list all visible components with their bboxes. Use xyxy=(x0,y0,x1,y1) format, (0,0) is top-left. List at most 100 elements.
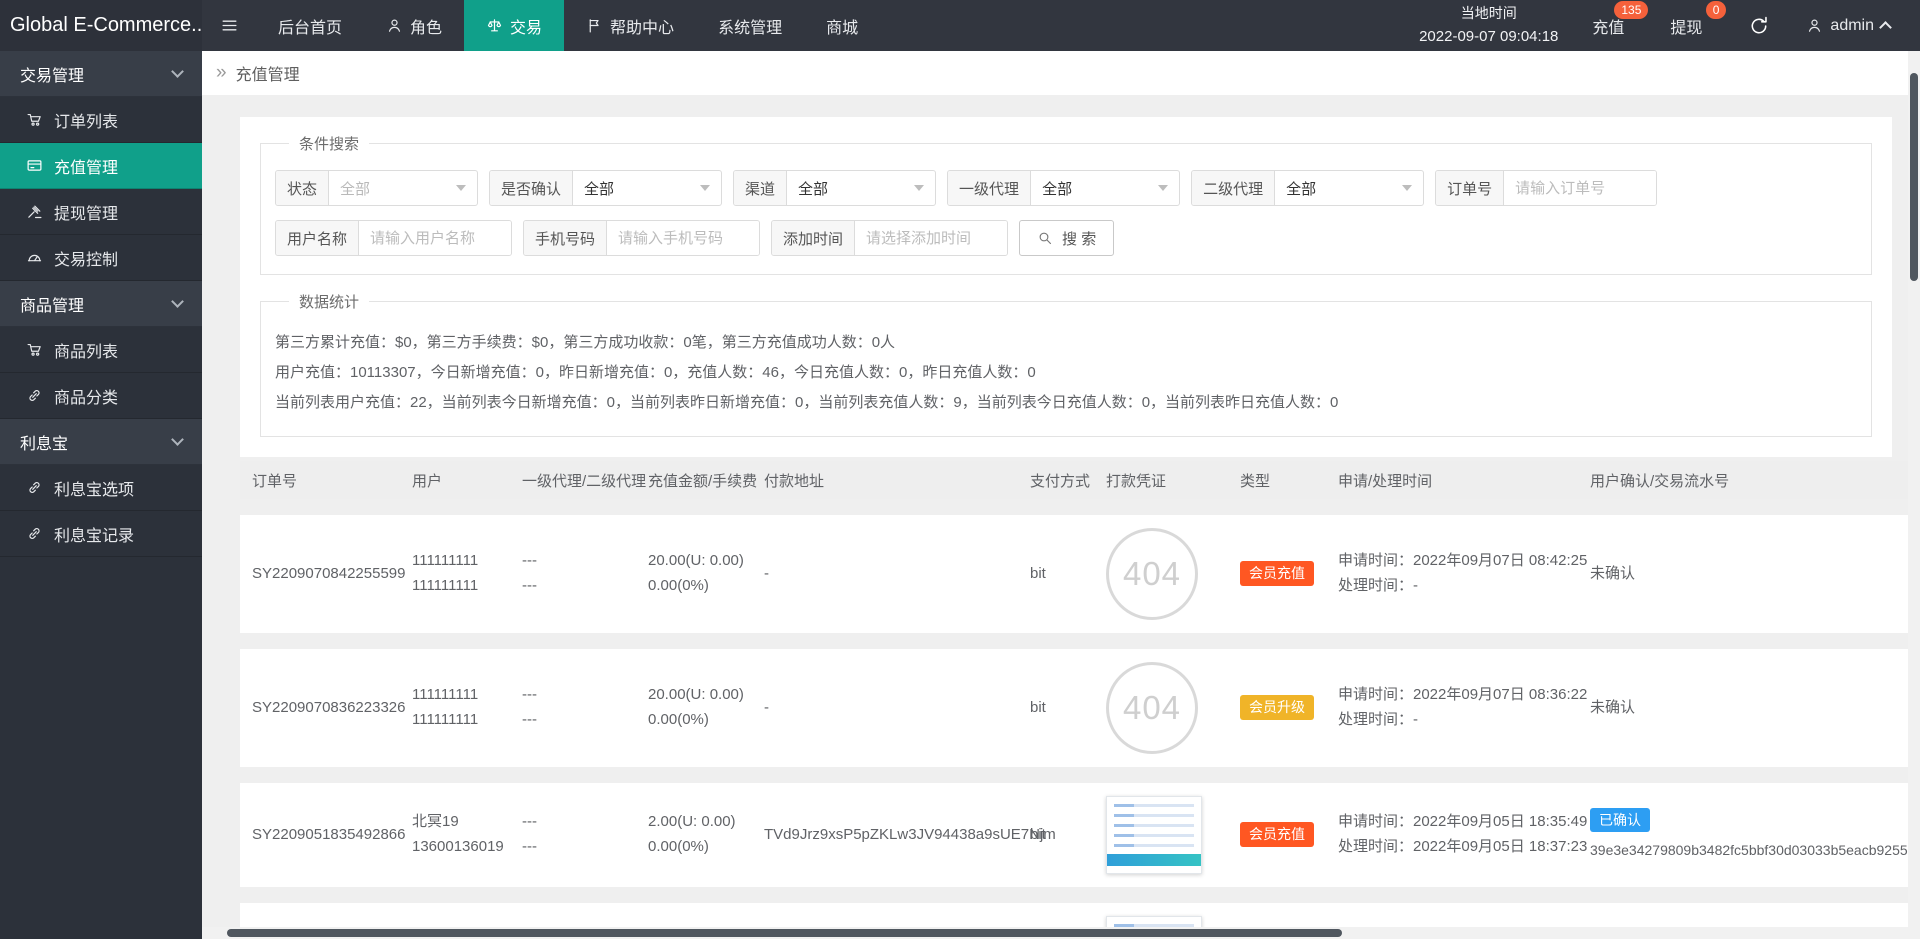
filter-confirmed: 是否确认全部 xyxy=(489,170,722,206)
cell-payment-address: TVd9Jrz9xsP5pZKLw3JV94438a9sUE7Njm xyxy=(752,823,1018,848)
time-line: 申请时间：2022年09月07日 08:42:25 xyxy=(1338,549,1578,574)
filter-label: 添加时间 xyxy=(772,221,855,255)
cell-pay-method: bit xyxy=(1018,562,1094,587)
scrollbar-corner xyxy=(1908,927,1920,939)
nav-item-label: 角色 xyxy=(410,14,442,38)
vertical-scrollbar-thumb[interactable] xyxy=(1910,73,1918,281)
horizontal-scrollbar[interactable] xyxy=(202,927,1908,939)
cell-amount: 2.00(U: 0.00)0.00(0%) xyxy=(636,810,752,860)
type-badge: 会员升级 xyxy=(1240,695,1314,720)
column-header: 付款地址 xyxy=(752,470,1018,491)
sidebar-item-lixibao-group[interactable]: 利息宝 xyxy=(0,419,202,465)
cell-times: 申请时间：2022年09月07日 08:42:25处理时间：- xyxy=(1326,549,1578,599)
confirm-status-text: 未确认 xyxy=(1590,699,1635,716)
amount-line: 0.00(0%) xyxy=(648,835,752,860)
sidebar-item-goods-list[interactable]: 商品列表 xyxy=(0,327,202,373)
add-time-input[interactable] xyxy=(855,221,1007,255)
sidebar-item-label: 商品列表 xyxy=(54,338,118,362)
cell-voucher xyxy=(1094,796,1228,874)
column-header: 打款凭证 xyxy=(1094,470,1228,491)
filter-selected-value: 全部 xyxy=(798,178,828,199)
amount-line: 2.00(U: 0.00) xyxy=(648,810,752,835)
nav-item-mall[interactable]: 商城 xyxy=(804,0,880,51)
sidebar-item-recharge-mgmt[interactable]: 充值管理 xyxy=(0,143,202,189)
sidebar-item-goods-group[interactable]: 商品管理 xyxy=(0,281,202,327)
refresh-icon[interactable] xyxy=(1748,15,1770,37)
horizontal-scrollbar-thumb[interactable] xyxy=(227,929,1342,937)
nav-item-help[interactable]: 帮助中心 xyxy=(564,0,696,51)
voucher-screenshot-thumbnail[interactable] xyxy=(1106,796,1202,874)
sidebar-item-lixibao-options[interactable]: 利息宝选项 xyxy=(0,465,202,511)
sidebar-item-withdraw-mgmt[interactable]: 提现管理 xyxy=(0,189,202,235)
sidebar-item-trade-group[interactable]: 交易管理 xyxy=(0,51,202,97)
time-line: 处理时间：2022年09月05日 18:37:23 xyxy=(1338,835,1578,860)
amount-line: 20.00(U: 0.00) xyxy=(648,683,752,708)
cart-icon xyxy=(26,111,43,128)
nav-item-system[interactable]: 系统管理 xyxy=(696,0,804,51)
filter-confirmed-select[interactable]: 全部 xyxy=(573,171,721,205)
sidebar-group-label: 交易管理 xyxy=(20,62,84,86)
sidebar-item-order-list[interactable]: 订单列表 xyxy=(0,97,202,143)
sidebar-item-label: 订单列表 xyxy=(54,108,118,132)
agent-line: --- xyxy=(522,708,636,733)
sidebar-toggle-button[interactable] xyxy=(202,0,256,51)
cell-voucher: 404 xyxy=(1094,662,1228,754)
table-row: SY2209051713309053北冥1813600136018------2… xyxy=(240,903,1908,927)
nav-item-home[interactable]: 后台首页 xyxy=(256,0,364,51)
time-line: 处理时间：- xyxy=(1338,708,1578,733)
username-input[interactable] xyxy=(359,221,511,255)
time-line: 处理时间：- xyxy=(1338,574,1578,599)
voucher-404-placeholder: 404 xyxy=(1106,528,1198,620)
sidebar-item-lixibao-records[interactable]: 利息宝记录 xyxy=(0,511,202,557)
cell-type: 会员升级 xyxy=(1228,695,1326,721)
local-time: 当地时间 2022-09-07 09:04:18 xyxy=(1419,3,1558,48)
filter-label: 渠道 xyxy=(734,171,787,205)
orders-table: 订单号用户一级代理/二级代理充值金额/手续费付款地址支付方式打款凭证类型申请/处… xyxy=(240,461,1908,927)
local-time-value: 2022-09-07 09:04:18 xyxy=(1419,25,1558,48)
filter-status-select[interactable]: 全部 xyxy=(329,171,477,205)
sidebar-item-label: 商品分类 xyxy=(54,384,118,408)
filter-add-time: 添加时间 xyxy=(771,220,1008,256)
filter-agent1-select[interactable]: 全部 xyxy=(1031,171,1179,205)
link-icon xyxy=(26,479,43,496)
nav-item-trade[interactable]: 交易 xyxy=(464,0,564,51)
sidebar-item-trade-control[interactable]: 交易控制 xyxy=(0,235,202,281)
sidebar-item-goods-category[interactable]: 商品分类 xyxy=(0,373,202,419)
stats-line: 第三方累计充值：$0，第三方手续费：$0，第三方成功收款：0笔，第三方充值成功人… xyxy=(275,328,1857,358)
column-header: 用户 xyxy=(400,470,510,491)
filter-agent2-select[interactable]: 全部 xyxy=(1275,171,1423,205)
cell-agents: ------ xyxy=(510,549,636,599)
recharge-shortcut-label: 充值 xyxy=(1592,20,1624,37)
cell-user: 北冥1913600136019 xyxy=(400,810,510,860)
cell-order-no: SY2209051835492866 xyxy=(240,823,400,848)
hamburger-icon xyxy=(220,16,239,35)
cell-pay-method: bit xyxy=(1018,696,1094,721)
user-line: 111111111 xyxy=(412,549,510,574)
cell-payment-address: - xyxy=(752,562,1018,587)
stats-line: 用户充值：10113307，今日新增充值：0，昨日新增充值：0，充值人数：46，… xyxy=(275,358,1857,388)
chevron-up-icon xyxy=(1879,21,1892,34)
withdraw-shortcut[interactable]: 提现 0 xyxy=(1670,14,1702,38)
cell-voucher: 404 xyxy=(1094,528,1228,620)
chevron-down-icon xyxy=(1402,185,1412,191)
sidebar-item-label: 交易控制 xyxy=(54,246,118,270)
user-line: 13600136019 xyxy=(412,835,510,860)
vertical-scrollbar[interactable] xyxy=(1908,51,1920,927)
phone-input[interactable] xyxy=(607,221,759,255)
cell-amount: 20.00(U: 0.00)0.00(0%) xyxy=(636,549,752,599)
recharge-shortcut[interactable]: 充值 135 xyxy=(1592,14,1624,38)
nav-item-roles[interactable]: 角色 xyxy=(364,0,464,51)
stats-line: 当前列表用户充值：22，当前列表今日新增充值：0，当前列表昨日新增充值：0，当前… xyxy=(275,388,1857,418)
link-icon xyxy=(26,525,43,542)
cell-type: 会员充值 xyxy=(1228,561,1326,587)
cell-user: 111111111111111111 xyxy=(400,549,510,599)
amount-line: 20.00(U: 0.00) xyxy=(648,549,752,574)
user-menu[interactable]: admin xyxy=(1806,17,1890,35)
search-button[interactable]: 搜 索 xyxy=(1019,220,1114,256)
filter-channel-select[interactable]: 全部 xyxy=(787,171,935,205)
voucher-screenshot-thumbnail[interactable] xyxy=(1106,916,1202,927)
order-no-input[interactable] xyxy=(1504,171,1656,205)
table-row: SY2209070842255599111111111111111111----… xyxy=(240,515,1908,633)
top-menu: 后台首页 角色交易帮助中心系统管理商城 xyxy=(256,0,880,51)
amount-line: 0.00(0%) xyxy=(648,574,752,599)
